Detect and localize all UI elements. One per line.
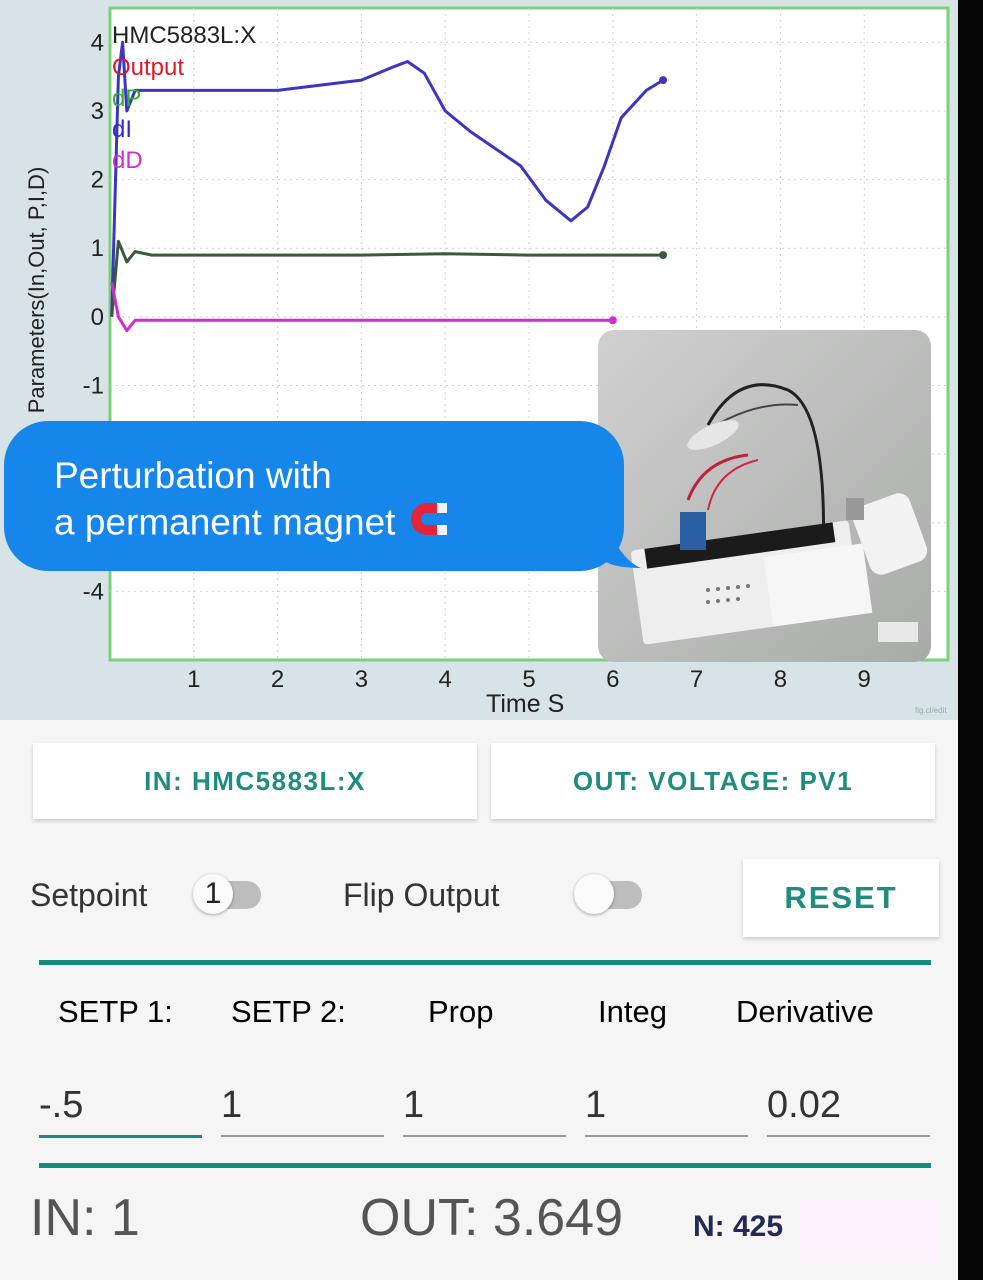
pid-controller-app: 4 3 2 1 0 -1 -4 1 2 3 4 5 6 7 8 9 HMC5883L:X Output dP d…	[0, 0, 958, 1280]
prop-input[interactable]	[403, 1075, 566, 1137]
video-inset-photo	[598, 330, 931, 662]
output-value: OUT: 3.649	[360, 1189, 624, 1247]
series-endpoint	[608, 316, 617, 325]
legend-entry: dI	[112, 116, 132, 143]
sample-count: N: 425	[693, 1210, 784, 1243]
setpoint-toggle-knob: 1	[193, 874, 233, 914]
annotation-text: Perturbation with a permanent magnet	[54, 453, 614, 550]
y-tick-label: -4	[83, 578, 104, 605]
legend-entry: Output	[112, 54, 184, 81]
magnet-icon	[405, 499, 449, 550]
y-tick-label: 4	[91, 29, 104, 56]
n-highlight	[800, 1200, 940, 1262]
legend-entry: dP	[112, 85, 141, 112]
prop-header: Prop	[428, 994, 494, 1029]
y-tick-label: 2	[91, 167, 104, 194]
setp1-header: SETP 1:	[58, 994, 173, 1029]
derivative-header: Derivative	[736, 994, 874, 1029]
y-tick-label: -1	[83, 372, 104, 399]
annotation-bubble: Perturbation with a permanent magnet	[4, 421, 624, 571]
output-target-label: OUT: VOLTAGE: PV1	[572, 765, 854, 796]
x-axis-label: Time S	[486, 690, 565, 718]
x-tick-label: 6	[606, 666, 619, 693]
y-tick-label: 1	[91, 235, 104, 262]
y-tick-label: 0	[91, 304, 104, 331]
x-axis-ticks: 1 2 3 4 5 6 7 8 9	[187, 666, 871, 693]
setp2-input[interactable]	[221, 1075, 384, 1137]
chart-title: HMC5883L:X	[112, 22, 256, 49]
x-tick-label: 1	[187, 666, 200, 693]
x-tick-label: 2	[271, 666, 284, 693]
x-tick-label: 5	[522, 666, 535, 693]
derivative-input[interactable]	[767, 1075, 930, 1137]
annotation-bubble-tail	[603, 512, 641, 568]
legend-entry: dD	[112, 147, 143, 174]
x-tick-label: 7	[690, 666, 703, 693]
input-value: IN: 1	[30, 1189, 140, 1247]
flip-output-toggle-knob	[574, 874, 614, 914]
x-tick-label: 4	[439, 666, 452, 693]
divider-top	[39, 960, 931, 965]
setpoint-label: Setpoint	[30, 877, 148, 913]
flip-output-toggle[interactable]	[574, 874, 648, 914]
annotation-line-1: Perturbation with	[54, 455, 332, 496]
setp2-header: SETP 2:	[231, 994, 346, 1029]
input-source-label: IN: HMC5883L:X	[144, 765, 366, 796]
setp1-input[interactable]	[39, 1075, 202, 1138]
setpoint-toggle[interactable]: 1	[193, 874, 267, 914]
output-target-button[interactable]: OUT: VOLTAGE: PV1	[491, 743, 935, 819]
series-endpoint	[659, 251, 668, 260]
screen-edge	[958, 0, 983, 1280]
x-tick-label: 9	[858, 666, 871, 693]
integ-header: Integ	[598, 994, 667, 1029]
x-tick-label: 3	[355, 666, 368, 693]
divider-bottom	[39, 1163, 931, 1168]
series-endpoint	[659, 76, 668, 85]
watermark-text: fig.cl/edit	[915, 706, 947, 715]
annotation-line-2: a permanent magnet	[54, 501, 396, 543]
integ-input[interactable]	[585, 1075, 748, 1137]
y-tick-label: 3	[91, 98, 104, 125]
flip-output-label: Flip Output	[343, 877, 500, 913]
input-source-button[interactable]: IN: HMC5883L:X	[33, 743, 477, 819]
chart-panel: 4 3 2 1 0 -1 -4 1 2 3 4 5 6 7 8 9 HMC5883L:X Output dP d…	[0, 0, 958, 720]
reset-button[interactable]: RESET	[743, 859, 939, 937]
y-axis-label: Parameters(In,Out, P,I,D)	[24, 166, 49, 414]
x-tick-label: 8	[774, 666, 787, 693]
